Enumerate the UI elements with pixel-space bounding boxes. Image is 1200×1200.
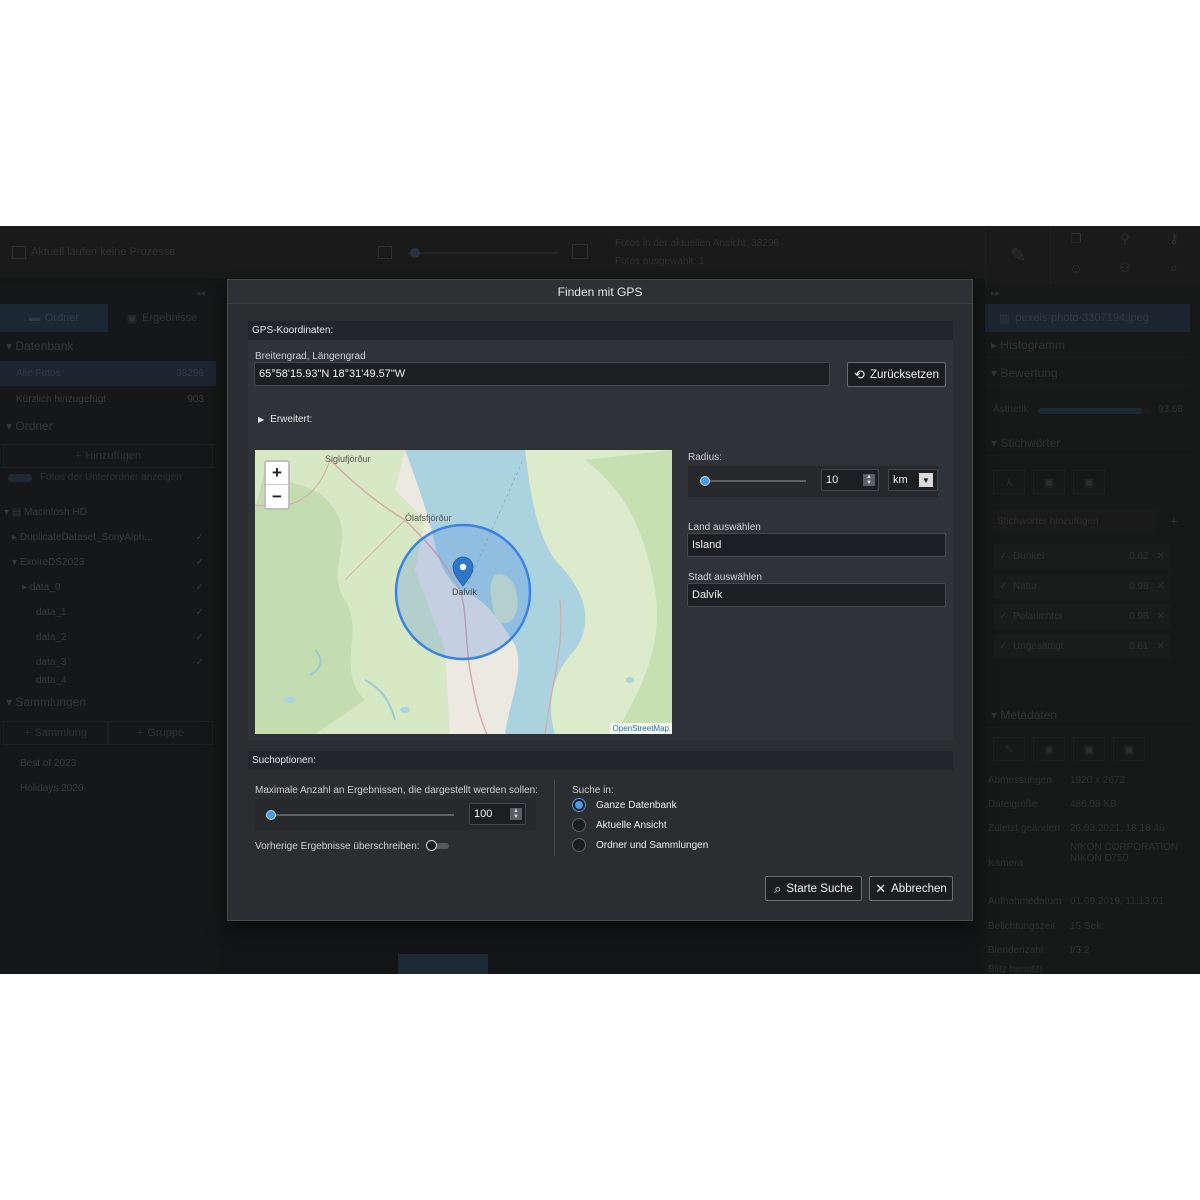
stepper-arrows-icon[interactable]: ▲ ▼ [863, 474, 875, 486]
radio-folders-collections[interactable]: Ordner und Sammlungen [572, 838, 708, 852]
radio-whole-database[interactable]: Ganze Datenbank [572, 798, 677, 812]
city-label: Stadt auswählen [688, 572, 762, 583]
gps-search-dialog: Finden mit GPS GPS-Koordinaten: Breiteng… [227, 279, 973, 921]
reset-button[interactable]: ⟲ Zurücksetzen [847, 362, 946, 387]
search-icon: ⌕ [774, 880, 782, 896]
radius-slider-knob[interactable] [700, 476, 710, 486]
unit-select[interactable]: km ▼ [888, 469, 938, 491]
advanced-toggle[interactable]: ▶ Erweitert: [258, 414, 312, 425]
map-place-label: Siglufjörður [325, 454, 371, 464]
coordinates-label: Breitengrad, Längengrad [255, 351, 366, 362]
overwrite-toggle-knob[interactable] [426, 840, 437, 851]
radio-current-view[interactable]: Aktuelle Ansicht [572, 818, 667, 832]
radio-button[interactable] [572, 818, 586, 832]
stepper-arrows-icon[interactable]: ▲ ▼ [510, 808, 522, 820]
max-results-slider[interactable] [266, 810, 454, 820]
map-place-label: Dalvík [452, 587, 478, 597]
max-results-input[interactable]: 100 ▲ ▼ [469, 803, 526, 825]
radio-button-checked[interactable] [572, 798, 586, 812]
reset-icon: ⟲ [854, 366, 865, 382]
triangle-right-icon: ▶ [258, 415, 265, 424]
search-options-group: Suchoptionen: [248, 751, 953, 770]
chevron-down-icon[interactable]: ▼ [919, 473, 933, 487]
radius-label: Radius: [688, 452, 722, 463]
radius-slider[interactable] [700, 476, 806, 486]
map-zoom-control: + − [264, 460, 290, 510]
zoom-in-button[interactable]: + [266, 462, 288, 485]
map-attribution-link[interactable]: OpenStreetMap [609, 723, 672, 734]
map-view[interactable]: + − Siglufjörður Ólafsfjörður Dalvík Ope… [255, 450, 672, 734]
city-select[interactable]: Dalvík [687, 583, 946, 607]
overwrite-toggle[interactable] [426, 840, 449, 851]
start-search-button[interactable]: ⌕ Starte Suche [765, 876, 862, 901]
radius-input[interactable]: 10 ▲ ▼ [821, 469, 879, 491]
zoom-out-button[interactable]: − [266, 485, 288, 508]
max-results-slider-knob[interactable] [266, 810, 276, 820]
map-place-label: Ólafsfjörður [405, 513, 452, 523]
overwrite-label: Vorherige Ergebnisse überschreiben: [255, 841, 420, 852]
country-select[interactable]: Island [687, 533, 946, 557]
close-icon: ✕ [875, 880, 887, 896]
dialog-title: Finden mit GPS [228, 280, 972, 304]
search-in-label: Suche in: [572, 785, 614, 796]
divider [554, 780, 555, 856]
app-window: Aktuell laufen keine Prozesse Fotos in d… [0, 226, 1200, 974]
coordinates-input[interactable]: 65°58'15.93"N 18°31'49.57"W [254, 362, 830, 386]
cancel-button[interactable]: ✕ Abbrechen [869, 876, 953, 901]
gps-coordinates-group: GPS-Koordinaten: [248, 321, 953, 340]
country-label: Land auswählen [688, 522, 761, 533]
max-results-label: Maximale Anzahl an Ergebnissen, die darg… [255, 785, 538, 796]
radio-button[interactable] [572, 838, 586, 852]
